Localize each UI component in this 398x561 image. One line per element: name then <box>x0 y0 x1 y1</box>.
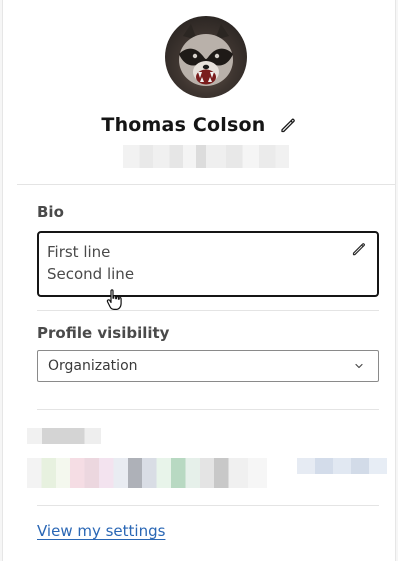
bio-field[interactable]: First line Second line <box>37 231 379 297</box>
divider-bio <box>37 310 379 311</box>
divider-visibility <box>37 409 379 410</box>
profile-visibility-label: Profile visibility <box>37 324 170 342</box>
hand-cursor-icon <box>105 288 123 312</box>
chevron-down-icon <box>354 361 364 371</box>
profile-avatar <box>165 16 247 98</box>
bio-label: Bio <box>37 203 64 221</box>
bio-line-2: Second line <box>47 265 135 283</box>
raccoon-avatar-icon <box>179 24 233 86</box>
bio-line-1: First line <box>47 243 111 261</box>
edit-name-pencil-icon[interactable] <box>279 116 297 134</box>
profile-visibility-value: Organization <box>48 358 138 374</box>
bio-edit-pencil-icon[interactable] <box>351 241 367 257</box>
redacted-link <box>297 458 387 474</box>
profile-name: Thomas Colson <box>101 114 266 136</box>
divider-top <box>17 184 395 185</box>
profile-visibility-select[interactable]: Organization <box>37 350 379 382</box>
redacted-email <box>123 145 289 168</box>
profile-name-row: Thomas Colson <box>3 114 395 140</box>
redacted-label <box>27 428 101 444</box>
view-my-settings-link[interactable]: View my settings <box>37 522 165 540</box>
profile-panel: Thomas Colson Bio First line Second line… <box>2 0 396 561</box>
redacted-items <box>27 458 267 488</box>
divider-bottom <box>37 505 379 506</box>
